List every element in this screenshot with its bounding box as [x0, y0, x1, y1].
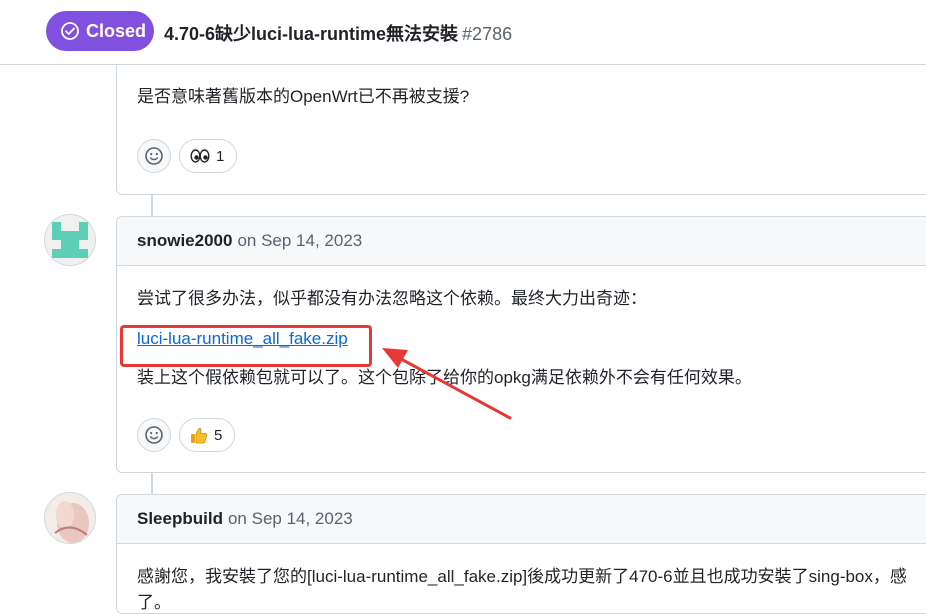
comment-timestamp[interactable]: on Sep 14, 2023	[237, 231, 362, 251]
annotation-arrow	[370, 338, 520, 428]
comment-text: 了。	[137, 590, 916, 615]
comment-author[interactable]: Sleepbuild	[137, 509, 223, 529]
issue-title[interactable]: 4.70-6缺少luci-lua-runtime無法安裝#2786	[164, 20, 512, 46]
state-label: Closed	[86, 21, 146, 42]
issue-title-text: 4.70-6缺少luci-lua-runtime無法安裝	[164, 24, 458, 44]
comment-text: 感謝您，我安裝了您的[luci-lua-runtime_all_fake.zip…	[137, 564, 916, 590]
reaction-count: 1	[216, 148, 224, 165]
sticky-issue-header: Closed 4.70-6缺少luci-lua-runtime無法安裝#2786	[0, 0, 926, 65]
avatar[interactable]	[44, 492, 96, 544]
comment-header: snowie2000 on Sep 14, 2023	[117, 217, 926, 266]
issue-number: #2786	[462, 24, 512, 44]
reaction-count: 5	[214, 427, 222, 444]
comment-body: 感謝您，我安裝了您的[luci-lua-runtime_all_fake.zip…	[117, 544, 926, 615]
timeline-connector	[151, 194, 153, 216]
check-circle-icon	[60, 21, 80, 41]
comment-card: Sleepbuild on Sep 14, 2023 感謝您，我安裝了您的[lu…	[116, 494, 926, 614]
identicon-avatar	[45, 215, 95, 265]
avatar[interactable]	[44, 214, 96, 266]
closed-state-badge: Closed	[46, 11, 154, 51]
timeline-connector	[151, 472, 153, 494]
add-reaction-button[interactable]	[137, 418, 171, 452]
eyes-icon	[190, 148, 210, 164]
comment-timestamp[interactable]: on Sep 14, 2023	[228, 509, 353, 529]
add-reaction-button[interactable]	[137, 139, 171, 173]
smiley-icon	[144, 425, 164, 445]
annotation-highlight-box	[120, 325, 372, 367]
reaction-thumbs-up-button[interactable]: 5	[179, 418, 235, 452]
reactions-bar: 1	[137, 139, 237, 173]
smiley-icon	[144, 146, 164, 166]
comment-author[interactable]: snowie2000	[137, 231, 232, 251]
comment-text: 尝试了很多办法，似乎都没有办法忽略这个依赖。最终大力出奇迹：	[137, 286, 916, 312]
reaction-eyes-button[interactable]: 1	[179, 139, 237, 173]
thumbs-up-icon	[190, 426, 208, 444]
photo-avatar	[45, 493, 95, 543]
reactions-bar: 5	[137, 418, 235, 452]
comment-header: Sleepbuild on Sep 14, 2023	[117, 495, 926, 544]
comment-text: 是否意味著舊版本的OpenWrt已不再被支援?	[137, 84, 916, 110]
comment-text: 装上这个假依赖包就可以了。这个包除了给你的opkg满足依赖外不会有任何效果。	[137, 365, 916, 391]
